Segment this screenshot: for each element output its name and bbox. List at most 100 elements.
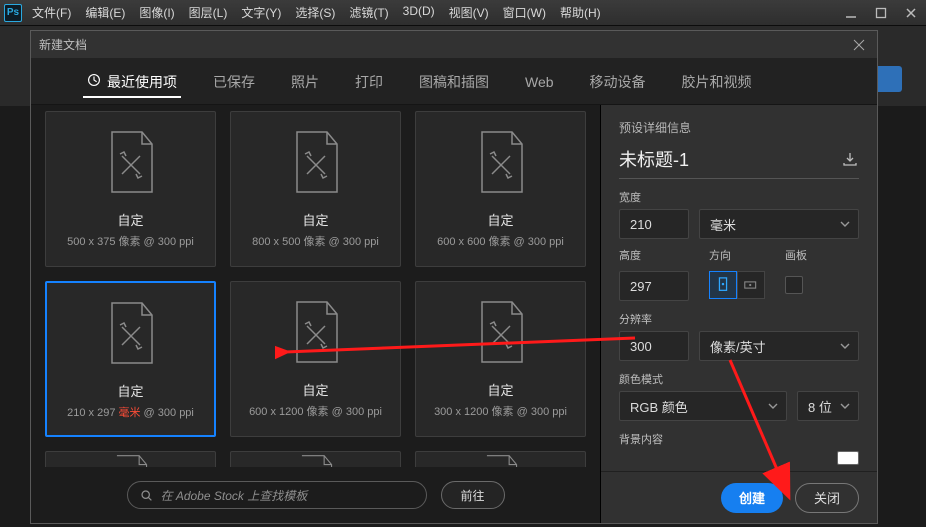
menu-window[interactable]: 窗口(W) <box>503 4 546 21</box>
bit-depth-select[interactable]: 8 位 <box>797 391 859 421</box>
tab-label: 已保存 <box>213 72 255 92</box>
dialog-footer: 创建 关闭 <box>601 471 877 523</box>
tab-label: 最近使用项 <box>107 72 177 92</box>
preset-card[interactable] <box>230 451 401 467</box>
preset-title: 自定 <box>117 381 143 400</box>
preset-card[interactable] <box>45 451 216 467</box>
preset-dims: 500 x 375 像素 @ 300 ppi <box>67 233 194 249</box>
stock-search-row: 在 Adobe Stock 上查找模板 前往 <box>31 467 600 523</box>
tab-label: 照片 <box>291 72 319 92</box>
chevron-down-icon <box>840 217 850 232</box>
create-button[interactable]: 创建 <box>721 483 783 513</box>
preset-card[interactable]: 自定 210 x 297 毫米 @ 300 ppi <box>45 281 216 437</box>
stock-search-input[interactable]: 在 Adobe Stock 上查找模板 <box>127 481 427 509</box>
dialog-close-button[interactable] <box>849 35 869 55</box>
tab-label: Web <box>525 74 554 90</box>
preset-card[interactable]: 自定 600 x 1200 像素 @ 300 ppi <box>230 281 401 437</box>
orientation-portrait[interactable] <box>709 271 737 299</box>
menu-image[interactable]: 图像(I) <box>139 4 174 21</box>
dialog-title: 新建文档 <box>39 36 87 53</box>
tab-art[interactable]: 图稿和插图 <box>419 59 489 104</box>
tab-mobile[interactable]: 移动设备 <box>590 59 646 104</box>
menu-select[interactable]: 选择(S) <box>295 4 335 21</box>
height-label: 高度 <box>619 247 689 263</box>
resolution-unit-select[interactable]: 像素/英寸 <box>699 331 859 361</box>
tab-print[interactable]: 打印 <box>355 59 383 104</box>
menu-help[interactable]: 帮助(H) <box>560 4 601 21</box>
minimize-button[interactable] <box>836 0 866 26</box>
tab-label: 移动设备 <box>590 72 646 92</box>
color-mode-value: RGB 颜色 <box>630 397 688 416</box>
close-button[interactable]: 关闭 <box>795 483 859 513</box>
save-preset-icon[interactable] <box>841 150 859 168</box>
preset-card[interactable]: 自定 500 x 375 像素 @ 300 ppi <box>45 111 216 267</box>
category-tabs: 最近使用项 已保存 照片 打印 图稿和插图 Web 移动设备 胶片和视频 <box>31 59 877 105</box>
background-swatch[interactable] <box>837 451 859 465</box>
preset-card[interactable]: 自定 800 x 500 像素 @ 300 ppi <box>230 111 401 267</box>
artboard-checkbox[interactable] <box>785 276 803 294</box>
search-icon <box>140 489 153 502</box>
new-document-dialog: 新建文档 最近使用项 已保存 照片 打印 图稿和插图 Web 移动设备 胶片和视… <box>30 30 878 524</box>
preset-dims: 300 x 1200 像素 @ 300 ppi <box>434 403 567 419</box>
background-label: 背景内容 <box>619 431 859 447</box>
tab-saved[interactable]: 已保存 <box>213 59 255 104</box>
preset-card[interactable]: 自定 300 x 1200 像素 @ 300 ppi <box>415 281 586 437</box>
menu-filter[interactable]: 滤镜(T) <box>349 4 388 21</box>
height-input[interactable]: 297 <box>619 271 689 301</box>
menu-layer[interactable]: 图层(L) <box>189 4 228 21</box>
resolution-input[interactable]: 300 <box>619 331 689 361</box>
resolution-label: 分辨率 <box>619 311 859 327</box>
resolution-unit-value: 像素/英寸 <box>710 337 766 356</box>
dialog-titlebar: 新建文档 <box>31 31 877 59</box>
preset-title: 自定 <box>117 210 143 229</box>
menu-view[interactable]: 视图(V) <box>449 4 489 21</box>
recent-icon <box>87 73 101 90</box>
tab-recent[interactable]: 最近使用项 <box>87 59 177 104</box>
tab-web[interactable]: Web <box>525 59 554 104</box>
preset-title: 自定 <box>487 210 513 229</box>
details-heading: 预设详细信息 <box>619 119 859 136</box>
menu-file[interactable]: 文件(F) <box>32 4 71 21</box>
preset-panel: 自定 500 x 375 像素 @ 300 ppi 自定 800 x 500 像素 @… <box>31 105 601 523</box>
menu-edit[interactable]: 编辑(E) <box>85 4 125 21</box>
color-mode-label: 颜色模式 <box>619 371 859 387</box>
chevron-down-icon <box>840 339 850 354</box>
stock-go-button[interactable]: 前往 <box>441 481 505 509</box>
preset-card[interactable]: 自定 600 x 600 像素 @ 300 ppi <box>415 111 586 267</box>
artboard-label: 画板 <box>785 247 807 263</box>
menu-3d[interactable]: 3D(D) <box>403 4 435 21</box>
tab-film[interactable]: 胶片和视频 <box>682 59 752 104</box>
preset-card[interactable] <box>415 451 586 467</box>
width-input[interactable]: 210 <box>619 209 689 239</box>
width-label: 宽度 <box>619 189 859 205</box>
maximize-button[interactable] <box>866 0 896 26</box>
tab-label: 打印 <box>355 72 383 92</box>
app-logo: Ps <box>4 4 22 22</box>
main-menu: 文件(F) 编辑(E) 图像(I) 图层(L) 文字(Y) 选择(S) 滤镜(T… <box>28 4 601 21</box>
chevron-down-icon <box>768 399 778 414</box>
preset-dims: 600 x 600 像素 @ 300 ppi <box>437 233 564 249</box>
tab-label: 胶片和视频 <box>682 72 752 92</box>
menu-type[interactable]: 文字(Y) <box>241 4 281 21</box>
orientation-toggle <box>709 271 765 299</box>
width-unit-value: 毫米 <box>710 215 736 234</box>
color-mode-select[interactable]: RGB 颜色 <box>619 391 787 421</box>
width-unit-select[interactable]: 毫米 <box>699 209 859 239</box>
bit-depth-value: 8 位 <box>808 397 832 416</box>
window-controls <box>836 0 926 26</box>
close-window-button[interactable] <box>896 0 926 26</box>
document-name-input[interactable]: 未标题-1 <box>619 146 841 172</box>
preset-dims: 210 x 297 毫米 @ 300 ppi <box>67 404 194 420</box>
preset-title: 自定 <box>302 380 328 399</box>
preset-title: 自定 <box>487 380 513 399</box>
app-menu-bar: Ps 文件(F) 编辑(E) 图像(I) 图层(L) 文字(Y) 选择(S) 滤… <box>0 0 926 26</box>
preset-details-panel: 预设详细信息 未标题-1 宽度 210 毫米 高度 297 <box>601 105 877 523</box>
tab-photo[interactable]: 照片 <box>291 59 319 104</box>
search-placeholder: 在 Adobe Stock 上查找模板 <box>161 487 308 504</box>
orientation-label: 方向 <box>709 247 765 263</box>
preset-title: 自定 <box>302 210 328 229</box>
chevron-down-icon <box>840 399 850 414</box>
preset-dims: 600 x 1200 像素 @ 300 ppi <box>249 403 382 419</box>
orientation-landscape[interactable] <box>737 271 765 299</box>
preset-dims: 800 x 500 像素 @ 300 ppi <box>252 233 379 249</box>
